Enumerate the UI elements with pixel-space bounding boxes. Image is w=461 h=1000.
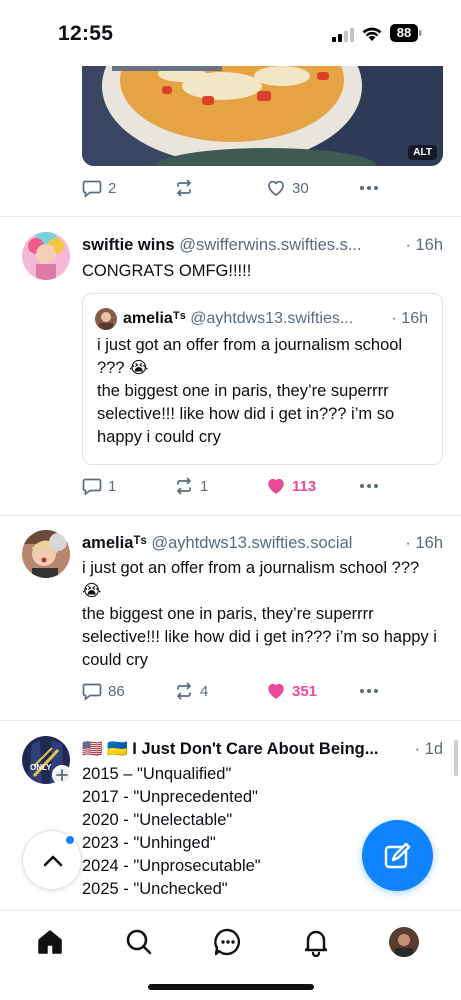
post-divider [0,515,461,516]
reply-count: 1 [108,477,117,495]
compose-icon [384,842,411,869]
wifi-icon [362,27,382,41]
reply-icon [82,180,102,198]
more-dots-icon [360,484,378,488]
home-icon [38,930,62,954]
battery-indicator: 88 [390,24,422,42]
post-actions: 86 4 351 [82,681,382,705]
quote-text: i just got an offer from a journalism sc… [97,336,403,446]
post-header: swiftie wins @swifferwins.swifties.s... [82,234,447,256]
quoted-post[interactable]: ameliaᵀˢ @ayhtdws13.swifties... · 16h i … [82,293,443,465]
follow-plus-icon[interactable] [52,765,72,785]
heart-filled-icon [268,683,284,699]
like-button[interactable]: 351 [266,681,317,701]
avatar[interactable] [22,232,70,280]
like-count: 113 [292,477,317,495]
more-dots-icon [360,689,378,693]
repost-button[interactable]: 1 [174,476,208,496]
home-indicator [148,984,314,990]
search-icon [126,929,152,955]
heart-filled-icon [268,478,284,494]
alt-text-badge[interactable]: ALT [408,145,437,160]
quote-avatar [95,308,117,330]
like-count: 351 [292,682,318,700]
handle[interactable]: @ayhtdws13.swifties.social [151,534,352,552]
status-time: 12:55 [58,22,114,45]
handle[interactable]: @swifferwins.swifties.s... [179,236,361,254]
repost-count: 4 [200,682,209,700]
like-button[interactable]: 30 [266,178,309,198]
repost-icon [177,179,191,197]
status-bar: 12:55 88 [0,0,461,66]
repost-icon [177,682,191,700]
post-divider [0,720,461,721]
heart-outline-icon [268,180,284,196]
avatar[interactable] [22,530,70,578]
post-header: ameliaᵀˢ @ayhtdws13.swifties.social [82,532,447,554]
bell-icon [304,930,328,958]
post-time: · 1d [410,738,443,760]
more-options-button[interactable] [358,476,380,496]
tab-notifications[interactable] [301,927,331,958]
feed[interactable]: ALT 2 30 swiftie wins @swifferwins.swift… [0,66,461,910]
svg-text:ONLY: ONLY [30,763,52,772]
reply-button[interactable]: 86 [82,681,125,701]
new-posts-dot [64,834,76,846]
tab-chat[interactable] [213,927,243,957]
like-count: 30 [292,179,309,197]
post-time: · 16h [401,532,443,554]
reply-count: 2 [108,179,117,197]
repost-button[interactable]: 4 [174,681,208,701]
post-time: · 16h [401,234,443,256]
post-actions: 2 30 [82,178,382,202]
reply-icon [82,683,102,701]
scrollbar[interactable] [454,740,458,776]
quote-handle: @ayhtdws13.swifties... [190,310,354,327]
quote-time: · 16h [387,308,428,330]
display-name[interactable]: 🇺🇸 🇺🇦 I Just Don't Care About Being... [82,740,379,758]
more-options-button[interactable] [358,178,380,198]
like-button[interactable]: 113 [266,476,316,496]
more-options-button[interactable] [358,681,380,701]
reply-icon [82,478,102,496]
tab-search[interactable] [124,927,154,957]
repost-button[interactable] [174,178,194,198]
repost-icon [177,477,191,495]
reply-button[interactable]: 1 [82,476,116,496]
compose-button[interactable] [362,820,433,891]
display-name[interactable]: ameliaᵀˢ [82,534,147,552]
reply-count: 86 [108,682,125,700]
battery-level: 88 [396,25,412,40]
post-image[interactable]: ALT [82,66,443,166]
chat-icon [214,928,241,956]
display-name[interactable]: swiftie wins [82,236,175,254]
post-text: i just got an offer from a journalism sc… [82,559,437,669]
post-divider [0,216,461,217]
tab-profile[interactable] [389,927,419,957]
more-dots-icon [360,186,378,190]
quote-header: ameliaᵀˢ @ayhtdws13.swifties... [123,308,423,330]
repost-count: 1 [200,477,209,495]
post-actions: 1 1 113 [82,476,382,500]
post-header: 🇺🇸 🇺🇦 I Just Don't Care About Being... [82,738,407,760]
quote-display-name: ameliaᵀˢ [123,310,186,327]
cellular-signal-icon [332,28,354,42]
post-text: CONGRATS OMFG!!!!! [82,262,252,280]
tab-home[interactable] [35,927,65,957]
profile-avatar [389,927,419,957]
reply-button[interactable]: 2 [82,178,116,198]
